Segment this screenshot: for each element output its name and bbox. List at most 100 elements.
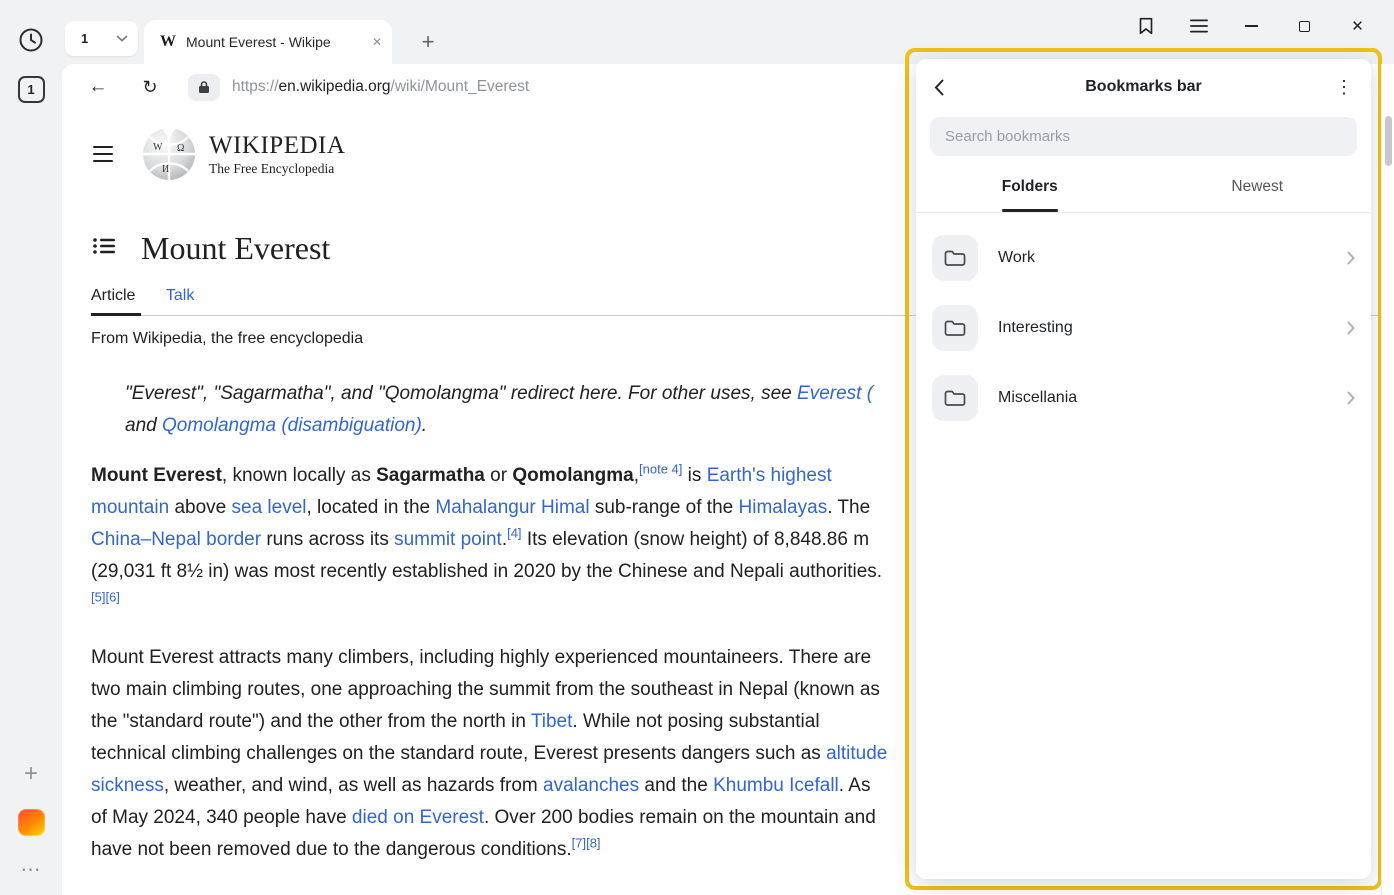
bold-text: Sagarmatha <box>376 465 485 486</box>
paragraph-2: Mount Everest attracts many climbers, in… <box>91 642 891 866</box>
reference-link[interactable]: [note 4] <box>639 462 682 477</box>
svg-text:W: W <box>153 142 163 153</box>
folders-tab-label: Folders <box>1002 178 1058 196</box>
reference-link[interactable]: [7] <box>572 836 586 851</box>
url-domain: en.wikipedia.org <box>279 78 391 95</box>
reference-link[interactable]: [8] <box>586 836 600 851</box>
hamburger-icon <box>93 160 113 162</box>
wiki-link[interactable]: sea level <box>232 497 307 518</box>
wiki-link[interactable]: summit point <box>394 529 502 550</box>
tab-group-count: 1 <box>81 31 116 46</box>
minimize-button[interactable] <box>1225 10 1278 42</box>
hatnote: "Everest", "Sagarmatha", and "Qomolangma… <box>125 378 1005 442</box>
scrollbar-thumb[interactable] <box>1385 116 1392 166</box>
maximize-icon <box>1299 21 1310 32</box>
wiki-link[interactable]: Khumbu Icefall <box>713 775 839 796</box>
tab-count-label: 1 <box>27 82 34 97</box>
chevron-right-icon <box>1347 321 1355 335</box>
tab-talk[interactable]: Talk <box>166 287 194 304</box>
tab-count-box: 1 <box>18 76 45 103</box>
bookmarks-panel-toggle[interactable] <box>1119 10 1172 42</box>
close-button[interactable]: ✕ <box>1331 10 1384 42</box>
browser-window: 1 + ⋯ 1 W Mount Everest - Wikipe ✕ + <box>0 0 1394 895</box>
panel-back-button[interactable] <box>934 79 954 96</box>
wiki-link[interactable]: Tibet <box>531 711 573 732</box>
text-run: sub-range of the <box>590 497 739 518</box>
wiki-link[interactable]: died on Everest <box>352 807 484 828</box>
tab-title: Mount Everest - Wikipe <box>186 34 364 50</box>
maximize-button[interactable] <box>1278 10 1331 42</box>
folder-label: Interesting <box>998 319 1347 337</box>
left-sidebar: 1 + ⋯ <box>0 0 62 895</box>
hamburger-icon <box>93 146 113 148</box>
bold-text: Qomolangma <box>512 465 633 486</box>
text-run: is <box>682 465 706 486</box>
mail-gradient-icon <box>18 809 45 836</box>
chevron-right-icon <box>1347 391 1355 405</box>
folder-row-work[interactable]: Work <box>916 223 1371 293</box>
reference-link[interactable]: [5] <box>91 590 105 605</box>
panel-tab-folders[interactable]: Folders <box>916 162 1144 212</box>
wikipedia-tagline: The Free Encyclopedia <box>209 161 345 177</box>
refresh-button[interactable]: ↻ <box>138 77 162 98</box>
wikipedia-logo[interactable]: W Ω И WIKIPEDIA The Free Encyclopedia <box>141 126 345 182</box>
bookmarks-search[interactable] <box>930 117 1357 156</box>
folder-row-miscellania[interactable]: Miscellania <box>916 363 1371 433</box>
new-tab-button[interactable]: + <box>410 24 446 60</box>
back-button[interactable]: ← <box>86 76 110 98</box>
wiki-link[interactable]: avalanches <box>543 775 639 796</box>
reference-link[interactable]: [4] <box>507 526 521 541</box>
page-scrollbar[interactable] <box>1381 64 1394 895</box>
paragraph-1: Mount Everest, known locally as Sagarmat… <box>91 460 891 620</box>
sidebar-more-button[interactable]: ⋯ <box>0 856 62 882</box>
text-run: and <box>125 415 162 436</box>
sidebar-add-button[interactable]: + <box>0 760 62 788</box>
minimize-icon <box>1245 25 1258 27</box>
text-run: . The <box>827 497 870 518</box>
panel-tabs: Folders Newest <box>916 162 1371 212</box>
address-bar[interactable]: https://en.wikipedia.org/wiki/Mount_Ever… <box>232 78 529 96</box>
panel-menu-button[interactable]: ⋮ <box>1333 77 1353 98</box>
wiki-link[interactable]: Everest ( <box>797 383 873 404</box>
bookmarks-search-input[interactable] <box>945 128 1342 145</box>
hamburger-icon <box>1190 19 1208 33</box>
plus-icon: + <box>422 29 435 55</box>
text-run: runs across its <box>261 529 394 550</box>
active-tab[interactable]: W Mount Everest - Wikipe ✕ <box>144 20 392 64</box>
toc-button[interactable] <box>91 237 115 260</box>
url-protocol: https:// <box>232 78 279 95</box>
wikipedia-globe-icon: W Ω И <box>141 126 197 182</box>
wikipedia-favicon: W <box>160 33 176 51</box>
text-run: or <box>485 465 512 486</box>
text-run: , weather, and wind, as well as hazards … <box>164 775 543 796</box>
wiki-link[interactable]: Himalayas <box>739 497 828 518</box>
wiki-link[interactable]: China–Nepal border <box>91 529 261 550</box>
bold-text: Mount Everest <box>91 465 222 486</box>
tab-article[interactable]: Article <box>91 287 135 304</box>
text-run: . <box>422 415 427 436</box>
wiki-menu-button[interactable] <box>91 146 115 163</box>
article-tab-underline <box>91 313 141 316</box>
folder-row-interesting[interactable]: Interesting <box>916 293 1371 363</box>
wikipedia-wordmark: WIKIPEDIA <box>209 132 345 160</box>
newest-tab-label: Newest <box>1231 178 1283 196</box>
yandex-mail-button[interactable] <box>0 806 62 838</box>
site-security-badge[interactable] <box>188 74 220 101</box>
text-run: above <box>169 497 231 518</box>
browser-menu-button[interactable] <box>1172 10 1225 42</box>
tab-close-button[interactable]: ✕ <box>372 35 382 49</box>
sidebar-tab-counter[interactable]: 1 <box>0 74 62 104</box>
svg-text:Ω: Ω <box>177 143 184 154</box>
history-button[interactable] <box>0 26 62 54</box>
reference-link[interactable]: [6] <box>105 590 119 605</box>
wiki-link[interactable]: Qomolangma (disambiguation) <box>162 415 422 436</box>
wiki-link[interactable]: Mahalangur Himal <box>435 497 589 518</box>
panel-tab-newest[interactable]: Newest <box>1144 162 1372 212</box>
text-run: , located in the <box>307 497 436 518</box>
folder-icon <box>932 375 978 421</box>
tab-group-pill[interactable]: 1 <box>65 21 138 56</box>
chevron-down-icon[interactable] <box>116 35 128 42</box>
text-run: , known locally as <box>222 465 376 486</box>
bookmarks-panel: Bookmarks bar ⋮ Folders Newest <box>916 59 1371 879</box>
panel-header: Bookmarks bar ⋮ <box>916 59 1371 115</box>
